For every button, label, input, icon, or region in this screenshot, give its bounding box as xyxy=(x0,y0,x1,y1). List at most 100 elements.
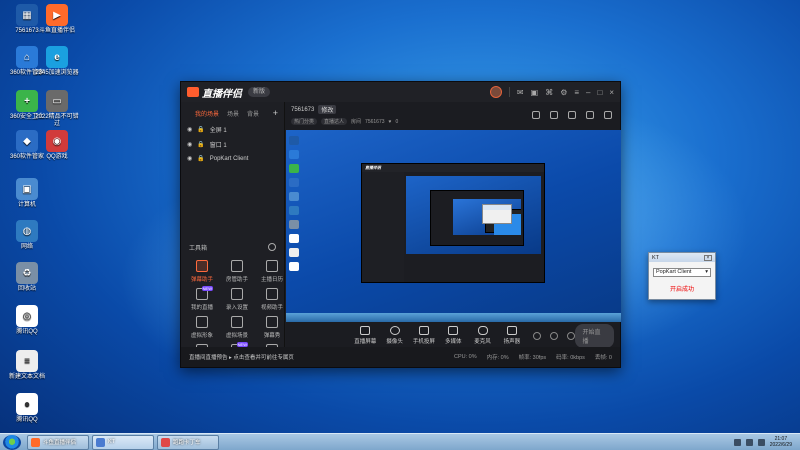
taskbar-item[interactable]: 跑跑卡丁车 xyxy=(157,434,219,450)
desktop-shortcut[interactable]: e 2345加速浏览器 xyxy=(34,46,80,77)
desktop-shortcut-label: 腾讯QQ xyxy=(16,417,38,423)
desktop-shortcut[interactable]: ◎ 腾讯QQ xyxy=(4,305,50,336)
preview-desktop-icon xyxy=(289,164,299,173)
toolbox-settings-icon[interactable] xyxy=(268,243,276,251)
lock-icon[interactable]: 🔒 xyxy=(197,126,204,133)
close-icon[interactable]: × xyxy=(609,88,614,97)
taskbar-item[interactable]: 斗鱼直播伴侣 xyxy=(27,434,89,450)
lock-icon[interactable] xyxy=(550,111,558,119)
source-label: 窗口 1 xyxy=(209,143,227,149)
toolbox-item[interactable]: 主播日历 xyxy=(257,260,287,283)
logo-mark-icon xyxy=(187,87,199,97)
camera-button[interactable]: 摄像头 xyxy=(380,326,409,345)
tool-icon xyxy=(266,288,278,300)
edit-room-button[interactable]: 修改 xyxy=(318,105,337,114)
source-item[interactable]: ◉ 🔒 窗口 1 xyxy=(181,137,284,152)
toolbox-item[interactable]: 虚拟形象 xyxy=(187,316,217,339)
game-icon: ◉ xyxy=(46,130,68,152)
monitor-icon xyxy=(360,326,371,335)
dialog-titlebar[interactable]: KT × xyxy=(649,253,715,262)
desktop-shortcut[interactable]: ● 腾讯QQ xyxy=(4,393,50,424)
taskbar-item[interactable]: KT xyxy=(92,434,154,450)
lock-icon[interactable]: 🔒 xyxy=(197,155,204,162)
timer-icon[interactable] xyxy=(549,331,558,340)
source-item[interactable]: ◉ 🔒 PopKart Client xyxy=(181,152,284,165)
share-icon[interactable] xyxy=(604,111,612,119)
category-chip[interactable]: 热门分类 xyxy=(291,118,318,125)
record-icon[interactable] xyxy=(532,331,541,340)
settings-icon[interactable] xyxy=(566,331,575,340)
tool-label: 弹幕助手 xyxy=(190,277,213,283)
maximize-icon[interactable]: □ xyxy=(597,88,602,97)
toolbox-header: 工具箱 xyxy=(189,243,276,252)
close-icon[interactable]: × xyxy=(704,254,712,261)
eye-icon[interactable]: ◉ xyxy=(187,141,192,148)
avatar[interactable] xyxy=(489,86,502,98)
desktop-shortcut[interactable]: ▣ 计算机 xyxy=(4,178,50,209)
qq-icon: ● xyxy=(16,393,38,415)
fans-count: 0 xyxy=(395,118,399,125)
toolbox-item[interactable]: 视频助手 xyxy=(257,288,287,311)
shirt-icon[interactable]: ⌘ xyxy=(545,88,553,97)
taskbar-items: 斗鱼直播伴侣 KT 跑跑卡丁车 xyxy=(27,434,222,450)
chevron-down-icon[interactable]: ▾ xyxy=(705,269,708,276)
screen-capture-button[interactable]: 直播屏幕 xyxy=(351,326,380,345)
stat-fps: 帧率: 30fps xyxy=(518,355,547,361)
toolbox-item[interactable]: 录入设置 xyxy=(222,288,252,311)
gift-icon[interactable]: ▣ xyxy=(531,88,539,97)
speaker-button[interactable]: 扬声器 xyxy=(497,326,526,345)
add-source-icon[interactable]: + xyxy=(273,108,278,118)
desktop-shortcut[interactable]: ◉ QQ游戏 xyxy=(34,130,80,161)
tool-icon xyxy=(196,316,208,328)
menu-icon[interactable]: ≡ xyxy=(574,88,579,97)
network-icon[interactable] xyxy=(745,438,753,446)
media-button[interactable]: 多媒体 xyxy=(439,326,468,345)
desktop-shortcut[interactable]: ◍ 网络 xyxy=(4,220,50,251)
toolbox-item[interactable]: 虚拟场景 xyxy=(222,316,252,339)
live-notice[interactable]: 直播间直播预告 ▸ 点击查看并可前往专属页 xyxy=(189,353,294,361)
toolbox-item[interactable]: 弹幕秀 xyxy=(257,316,287,339)
toolbox-item[interactable]: 房管助手 xyxy=(222,260,252,283)
tool-icon xyxy=(266,316,278,328)
settings-icon[interactable]: ⚙ xyxy=(560,88,567,97)
tab-background[interactable]: 背景 xyxy=(247,109,259,118)
minimize-icon[interactable]: – xyxy=(586,88,590,97)
divider xyxy=(508,87,510,97)
tool-label: 录入设置 xyxy=(225,305,248,311)
bell-icon[interactable] xyxy=(586,111,594,119)
clock[interactable]: 21:07 2022/6/29 xyxy=(770,436,792,448)
phone-cast-button[interactable]: 手机投屏 xyxy=(409,326,438,345)
lock-icon[interactable]: 🔒 xyxy=(197,141,204,148)
tray-app-icon[interactable] xyxy=(733,438,741,446)
eye-icon[interactable]: ◉ xyxy=(187,126,192,133)
target-window-select[interactable]: PopKart Client ▾ xyxy=(653,268,711,277)
toolbox-item[interactable]: NEW 我的直播 xyxy=(187,286,217,311)
room-actions xyxy=(532,111,612,119)
nested-app-window: 直播伴侣 xyxy=(361,163,545,283)
taskbar: 斗鱼直播伴侣 KT 跑跑卡丁车 21:07 2022/6/29 xyxy=(0,433,800,450)
app-titlebar[interactable]: 直播伴侣 新版 ✉ ▣ ⌘ ⚙ ≡ – □ × xyxy=(181,82,620,102)
volume-icon[interactable] xyxy=(757,438,765,446)
microphone-button[interactable]: 麦克风 xyxy=(468,326,497,345)
tab-my-scene[interactable]: 我的场景 xyxy=(195,109,219,118)
stat-bitrate: 码率: 0kbps xyxy=(556,355,585,361)
message-icon[interactable] xyxy=(568,111,576,119)
start-button[interactable] xyxy=(3,434,21,450)
desktop-shortcut[interactable]: ▶ 斗鱼直播伴侣 xyxy=(34,4,80,35)
tab-scene[interactable]: 场景 xyxy=(227,109,239,118)
desktop-shortcut[interactable]: ▭ 2022精品不可错过 xyxy=(34,90,80,128)
version-badge[interactable]: 新版 xyxy=(248,87,271,97)
source-item[interactable]: ◉ 🔒 全屏 1 xyxy=(181,122,284,137)
host-chip[interactable]: 直播达人 xyxy=(321,118,348,125)
message-icon[interactable]: ✉ xyxy=(517,88,524,97)
stream-preview[interactable]: 直播伴侣 xyxy=(286,130,621,322)
go-live-button[interactable]: 开始直播 xyxy=(574,323,614,348)
source-label: 全屏 1 xyxy=(209,128,227,134)
eye-icon[interactable]: ◉ xyxy=(187,155,192,162)
desktop-shortcut[interactable]: ♻ 回收站 xyxy=(4,262,50,293)
preview-desktop-icon xyxy=(289,192,299,201)
stream-controls: 直播屏幕 摄像头 手机投屏 多媒体 麦克风 扬声器 开始直播 xyxy=(286,322,620,349)
toolbox-item[interactable]: 弹幕助手 xyxy=(187,260,217,283)
gift-icon[interactable] xyxy=(532,111,540,119)
desktop-shortcut[interactable]: ≡ 新建文本文档 xyxy=(4,350,50,381)
